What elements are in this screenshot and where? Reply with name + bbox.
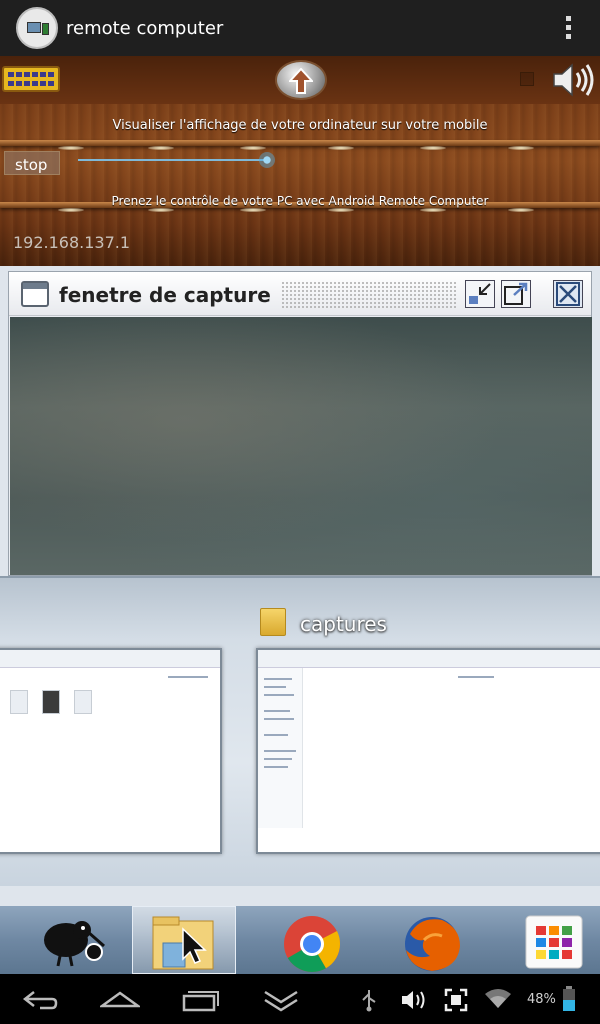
panel-toolbar [0, 56, 600, 104]
option-checkbox[interactable] [520, 72, 534, 86]
app-title: remote computer [66, 17, 224, 39]
capture-window: fenetre de capture [8, 271, 592, 576]
system-nav-bar: 48% [0, 974, 600, 1024]
overflow-menu-icon[interactable] [566, 16, 572, 40]
drag-area[interactable] [281, 281, 457, 309]
remote-screen-view[interactable]: fenetre de capture captures [0, 266, 600, 974]
usb-icon [362, 990, 376, 1012]
description-text: Visualiser l'affichage de votre ordinate… [112, 118, 488, 133]
capture-window-titlebar: fenetre de capture [9, 272, 591, 316]
slider-thumb[interactable] [259, 152, 275, 168]
maximize-icon[interactable] [501, 280, 531, 308]
firefox-icon[interactable] [380, 906, 484, 974]
home-icon[interactable] [100, 990, 140, 1010]
chevron-down-icon[interactable] [262, 988, 300, 1012]
control-panel: Visualiser l'affichage de votre ordinate… [0, 56, 600, 266]
wifi-icon [485, 989, 511, 1008]
upload-arrow-button[interactable] [275, 60, 327, 100]
battery-icon [563, 986, 575, 1011]
volume-icon[interactable] [400, 988, 428, 1012]
folder-label: captures [300, 612, 387, 636]
app-logo-icon[interactable] [16, 7, 58, 49]
window-switcher: captures [0, 576, 600, 886]
back-icon[interactable] [22, 990, 58, 1010]
capture-window-title: fenetre de capture [59, 283, 271, 307]
shrink-icon[interactable] [465, 280, 495, 308]
action-bar: remote computer [0, 0, 600, 56]
control-text: Prenez le contrôle de votre PC avec Andr… [111, 194, 489, 208]
window-thumbnail[interactable] [256, 648, 600, 854]
battery-percent: 48% [527, 992, 556, 1007]
speaker-icon[interactable] [550, 62, 596, 98]
screenshot-icon[interactable] [444, 988, 468, 1012]
keyboard-icon[interactable] [2, 66, 60, 92]
stop-button[interactable]: stop [4, 151, 60, 175]
ip-address: 192.168.137.1 [13, 233, 131, 252]
chrome-icon[interactable] [260, 906, 364, 974]
recent-apps-icon[interactable] [182, 988, 220, 1012]
window-icon [21, 281, 49, 307]
quality-slider[interactable] [78, 159, 268, 161]
apps-grid-icon[interactable] [502, 906, 600, 974]
file-explorer-icon[interactable] [132, 906, 236, 974]
close-icon[interactable] [553, 280, 583, 308]
folder-icon [260, 608, 286, 636]
remote-taskbar [0, 906, 600, 974]
window-thumbnail[interactable] [0, 648, 222, 854]
captured-image [10, 317, 592, 575]
kiwi-app-icon[interactable] [22, 906, 126, 974]
